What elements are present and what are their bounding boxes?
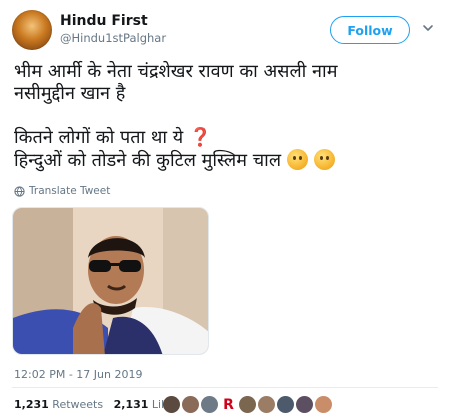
likers-avatars: R [163, 396, 332, 413]
retweets-stat[interactable]: 1,231 Retweets [14, 398, 103, 411]
liker-avatar[interactable] [315, 396, 332, 413]
tweet-line: नसीमुद्दीन खान है [14, 83, 126, 104]
liker-avatar[interactable] [163, 396, 180, 413]
likes-count: 2,131 [113, 398, 149, 411]
tweet-text: भीम आर्मी के नेता चंद्रशेखर रावण का असली… [14, 61, 434, 172]
avatar[interactable] [12, 10, 52, 50]
translate-tweet-link[interactable]: Translate Tweet [14, 185, 110, 197]
author-handle[interactable]: @Hindu1stPalghar [60, 31, 166, 45]
retweets-label: Retweets [52, 398, 104, 411]
tweet-stats: 1,231 Retweets 2,131 Likes [14, 398, 180, 411]
tweet-line: भीम आर्मी के नेता चंद्रशेखर रावण का असली… [14, 61, 338, 82]
translate-label: Translate Tweet [29, 185, 111, 197]
liker-avatar[interactable] [201, 396, 218, 413]
chevron-down-icon[interactable] [422, 22, 434, 34]
liker-avatar[interactable] [182, 396, 199, 413]
follow-button[interactable]: Follow [330, 16, 410, 44]
liker-avatar[interactable]: R [220, 396, 237, 413]
author-name[interactable]: Hindu First [60, 13, 148, 29]
tweet-line: हिन्दुओं को तोडने की कुटिल मुस्लिम चाल [14, 149, 434, 172]
thinking-face-icon [286, 149, 308, 170]
tweet-line [14, 105, 434, 127]
globe-icon [14, 185, 25, 197]
liker-avatar[interactable] [258, 396, 275, 413]
question-mark-icon: ❓ [188, 127, 212, 148]
retweets-count: 1,231 [14, 398, 49, 411]
tweet-line-text: कितने लोगों को पता था ये [14, 127, 184, 148]
liker-avatar[interactable] [296, 396, 313, 413]
tweet-line-text: हिन्दुओं को तोडने की कुटिल मुस्लिम चाल [14, 150, 282, 171]
photo-image [13, 208, 208, 354]
liker-avatar[interactable] [277, 396, 294, 413]
thinking-face-icon [313, 149, 335, 170]
tweet-line: कितने लोगों को पता था ये ❓ [14, 127, 434, 149]
liker-avatar[interactable] [239, 396, 256, 413]
tweet-photo[interactable] [12, 207, 209, 355]
tweet-timestamp[interactable]: 12:02 PM - 17 Jun 2019 [14, 368, 142, 381]
divider [12, 387, 438, 388]
